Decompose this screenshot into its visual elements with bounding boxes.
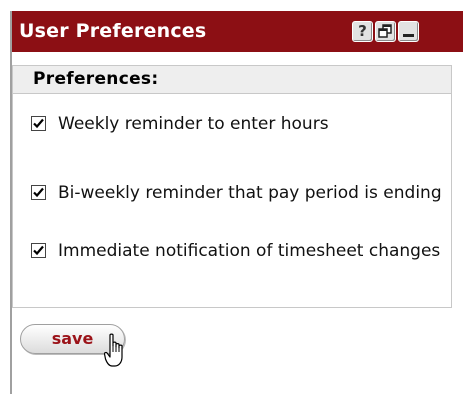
option-biweekly-reminder[interactable]: Bi-weekly reminder that pay period is en… <box>13 180 451 206</box>
weekly-reminder-checkbox[interactable] <box>31 116 46 131</box>
title-bar: User Preferences ? <box>12 11 463 52</box>
checkmark-icon <box>33 245 44 256</box>
option-label: Weekly reminder to enter hours <box>58 114 329 134</box>
option-immediate-notification[interactable]: Immediate notification of timesheet chan… <box>13 238 451 264</box>
minimize-icon <box>403 34 414 37</box>
option-label: Bi-weekly reminder that pay period is en… <box>58 183 442 203</box>
checkmark-icon <box>33 118 44 129</box>
minimize-button[interactable] <box>398 21 419 42</box>
panel-title: User Preferences <box>19 20 207 42</box>
option-label: Immediate notification of timesheet chan… <box>58 241 441 261</box>
preferences-heading: Preferences: <box>33 69 159 89</box>
restore-button[interactable] <box>375 21 396 42</box>
restore-icon <box>378 24 392 38</box>
checkmark-icon <box>33 187 44 198</box>
preferences-header: Preferences: <box>12 65 452 94</box>
immediate-notification-checkbox[interactable] <box>31 243 46 258</box>
user-preferences-panel: User Preferences ? Preferences: Weekly r… <box>10 11 463 394</box>
biweekly-reminder-checkbox[interactable] <box>31 185 46 200</box>
help-icon: ? <box>358 22 367 40</box>
preferences-options: Weekly reminder to enter hours Bi-weekly… <box>12 93 452 308</box>
help-button[interactable]: ? <box>352 21 373 42</box>
hand-pointer-icon <box>104 333 123 367</box>
option-weekly-reminder[interactable]: Weekly reminder to enter hours <box>13 111 451 137</box>
